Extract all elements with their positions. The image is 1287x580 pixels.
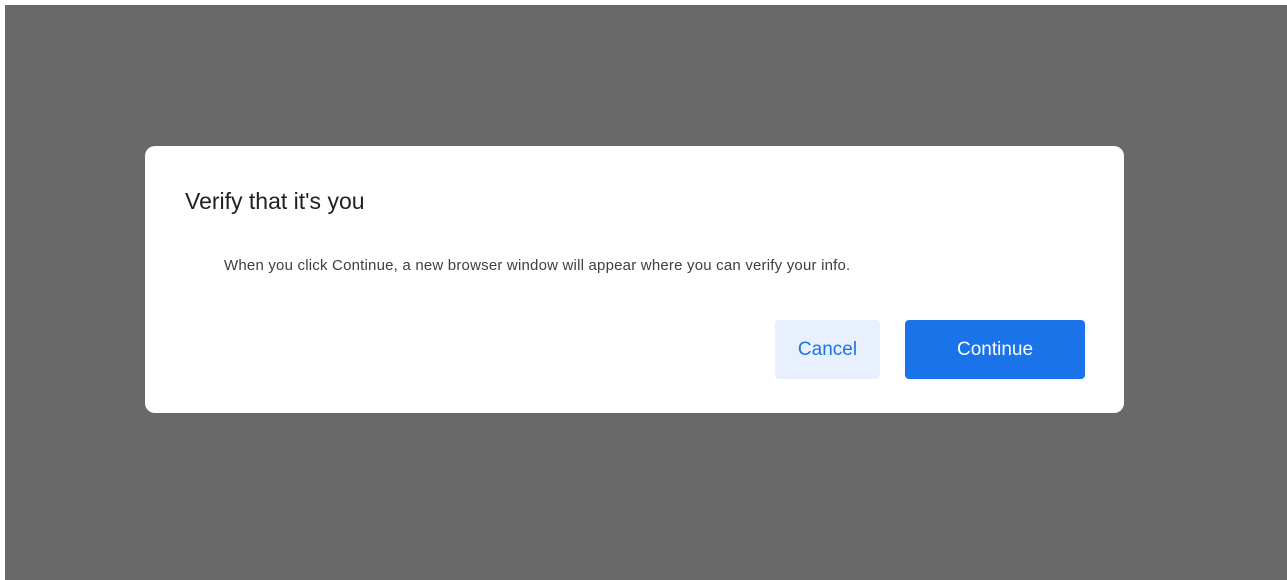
dialog-actions: Cancel Continue <box>775 320 1085 379</box>
verify-dialog: Verify that it's you When you click Cont… <box>145 146 1124 413</box>
cancel-button[interactable]: Cancel <box>775 320 880 379</box>
dialog-message: When you click Continue, a new browser w… <box>224 257 851 274</box>
dialog-title: Verify that it's you <box>185 188 365 214</box>
continue-button[interactable]: Continue <box>905 320 1085 379</box>
